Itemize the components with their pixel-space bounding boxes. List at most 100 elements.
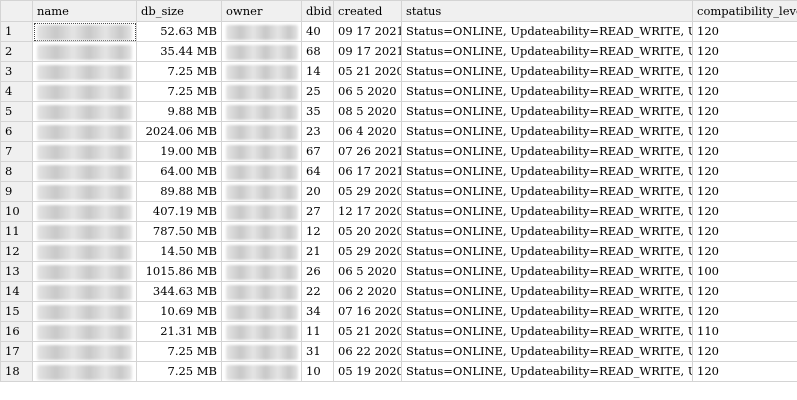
column-header-compatibility-level[interactable]: compatibility_level — [692, 0, 797, 22]
cell-created[interactable]: 09 17 2021 — [333, 41, 402, 62]
cell-dbid[interactable]: 20 — [301, 181, 334, 202]
cell-status[interactable]: Status=ONLINE, Updateability=READ_WRITE,… — [401, 161, 693, 182]
cell-compatibility-level[interactable]: 120 — [692, 361, 797, 382]
cell-db-size[interactable]: 7.25 MB — [136, 361, 222, 382]
cell-owner[interactable] — [221, 301, 302, 322]
cell-compatibility-level[interactable]: 120 — [692, 181, 797, 202]
cell-status[interactable]: Status=ONLINE, Updateability=READ_WRITE,… — [401, 21, 693, 42]
cell-name[interactable] — [32, 101, 137, 122]
row-number[interactable]: 2 — [0, 41, 33, 62]
cell-status[interactable]: Status=ONLINE, Updateability=READ_WRITE,… — [401, 361, 693, 382]
cell-dbid[interactable]: 11 — [301, 321, 334, 342]
cell-owner[interactable] — [221, 201, 302, 222]
table-row[interactable]: 8 64.00 MB 64 06 17 2021 Status=ONLINE, Upda… — [0, 161, 797, 182]
cell-created[interactable]: 05 21 2020 — [333, 61, 402, 82]
cell-name[interactable] — [32, 61, 137, 82]
cell-name[interactable] — [32, 201, 137, 222]
cell-created[interactable]: 08 5 2020 — [333, 101, 402, 122]
table-row[interactable]: 17 7.25 MB 31 06 22 2020 Status=ONLINE, Upda… — [0, 341, 797, 362]
cell-owner[interactable] — [221, 221, 302, 242]
cell-status[interactable]: Status=ONLINE, Updateability=READ_WRITE,… — [401, 201, 693, 222]
cell-compatibility-level[interactable]: 120 — [692, 61, 797, 82]
cell-compatibility-level[interactable]: 120 — [692, 141, 797, 162]
table-row[interactable]: 4 7.25 MB 25 06 5 2020 Status=ONLINE, Update… — [0, 81, 797, 102]
row-number[interactable]: 15 — [0, 301, 33, 322]
column-header-name[interactable]: name — [32, 0, 137, 22]
cell-owner[interactable] — [221, 281, 302, 302]
cell-owner[interactable] — [221, 261, 302, 282]
results-grid[interactable]: name db_size owner dbid created status c… — [0, 0, 797, 400]
corner-cell[interactable] — [0, 0, 33, 22]
cell-created[interactable]: 06 5 2020 — [333, 261, 402, 282]
cell-name[interactable] — [32, 281, 137, 302]
cell-compatibility-level[interactable]: 120 — [692, 81, 797, 102]
cell-created[interactable]: 06 2 2020 — [333, 281, 402, 302]
cell-dbid[interactable]: 23 — [301, 121, 334, 142]
row-number[interactable]: 13 — [0, 261, 33, 282]
column-header-created[interactable]: created — [333, 0, 402, 22]
cell-owner[interactable] — [221, 361, 302, 382]
cell-created[interactable]: 06 5 2020 — [333, 81, 402, 102]
row-number[interactable]: 9 — [0, 181, 33, 202]
row-number[interactable]: 16 — [0, 321, 33, 342]
table-row[interactable]: 2 35.44 MB 68 09 17 2021 Status=ONLINE, Upda… — [0, 41, 797, 62]
cell-status[interactable]: Status=ONLINE, Updateability=READ_WRITE,… — [401, 261, 693, 282]
cell-name[interactable] — [32, 21, 137, 42]
cell-status[interactable]: Status=ONLINE, Updateability=READ_WRITE,… — [401, 241, 693, 262]
table-row[interactable]: 1 52.63 MB 40 09 17 2021 Status=ONLINE, Upda… — [0, 21, 797, 42]
cell-dbid[interactable]: 34 — [301, 301, 334, 322]
table-row[interactable]: 13 1015.86 MB 26 06 5 2020 Status=ONLINE, Up… — [0, 261, 797, 282]
cell-created[interactable]: 06 22 2020 — [333, 341, 402, 362]
row-number[interactable]: 3 — [0, 61, 33, 82]
cell-compatibility-level[interactable]: 120 — [692, 161, 797, 182]
cell-created[interactable]: 05 19 2020 — [333, 361, 402, 382]
cell-owner[interactable] — [221, 161, 302, 182]
cell-status[interactable]: Status=ONLINE, Updateability=READ_WRITE,… — [401, 101, 693, 122]
cell-dbid[interactable]: 31 — [301, 341, 334, 362]
cell-name[interactable] — [32, 41, 137, 62]
cell-name[interactable] — [32, 141, 137, 162]
cell-dbid[interactable]: 40 — [301, 21, 334, 42]
cell-dbid[interactable]: 35 — [301, 101, 334, 122]
cell-db-size[interactable]: 1015.86 MB — [136, 261, 222, 282]
cell-db-size[interactable]: 344.63 MB — [136, 281, 222, 302]
cell-db-size[interactable]: 7.25 MB — [136, 341, 222, 362]
cell-db-size[interactable]: 407.19 MB — [136, 201, 222, 222]
table-row[interactable]: 10 407.19 MB 27 12 17 2020 Status=ONLINE, Up… — [0, 201, 797, 222]
cell-owner[interactable] — [221, 341, 302, 362]
cell-created[interactable]: 09 17 2021 — [333, 21, 402, 42]
row-number[interactable]: 5 — [0, 101, 33, 122]
cell-compatibility-level[interactable]: 120 — [692, 221, 797, 242]
row-number[interactable]: 11 — [0, 221, 33, 242]
column-header-db-size[interactable]: db_size — [136, 0, 222, 22]
cell-name[interactable] — [32, 181, 137, 202]
table-row[interactable]: 3 7.25 MB 14 05 21 2020 Status=ONLINE, Updat… — [0, 61, 797, 82]
cell-dbid[interactable]: 10 — [301, 361, 334, 382]
table-row[interactable]: 12 14.50 MB 21 05 29 2020 Status=ONLINE, Upd… — [0, 241, 797, 262]
cell-status[interactable]: Status=ONLINE, Updateability=READ_WRITE,… — [401, 141, 693, 162]
cell-dbid[interactable]: 22 — [301, 281, 334, 302]
row-number[interactable]: 18 — [0, 361, 33, 382]
cell-owner[interactable] — [221, 121, 302, 142]
cell-db-size[interactable]: 9.88 MB — [136, 101, 222, 122]
cell-status[interactable]: Status=ONLINE, Updateability=READ_WRITE,… — [401, 81, 693, 102]
cell-name[interactable] — [32, 241, 137, 262]
row-number[interactable]: 4 — [0, 81, 33, 102]
cell-compatibility-level[interactable]: 120 — [692, 21, 797, 42]
row-number[interactable]: 17 — [0, 341, 33, 362]
cell-name[interactable] — [32, 301, 137, 322]
cell-status[interactable]: Status=ONLINE, Updateability=READ_WRITE,… — [401, 281, 693, 302]
table-row[interactable]: 18 7.25 MB 10 05 19 2020 Status=ONLINE, Upda… — [0, 361, 797, 382]
cell-db-size[interactable]: 64.00 MB — [136, 161, 222, 182]
cell-created[interactable]: 06 4 2020 — [333, 121, 402, 142]
table-row[interactable]: 6 2024.06 MB 23 06 4 2020 Status=ONLINE, Upd… — [0, 121, 797, 142]
cell-compatibility-level[interactable]: 100 — [692, 261, 797, 282]
cell-status[interactable]: Status=ONLINE, Updateability=READ_WRITE,… — [401, 61, 693, 82]
cell-owner[interactable] — [221, 181, 302, 202]
cell-name[interactable] — [32, 221, 137, 242]
cell-compatibility-level[interactable]: 120 — [692, 341, 797, 362]
table-row[interactable]: 7 19.00 MB 67 07 26 2021 Status=ONLINE, Upda… — [0, 141, 797, 162]
cell-db-size[interactable]: 7.25 MB — [136, 61, 222, 82]
cell-created[interactable]: 06 17 2021 — [333, 161, 402, 182]
cell-owner[interactable] — [221, 321, 302, 342]
